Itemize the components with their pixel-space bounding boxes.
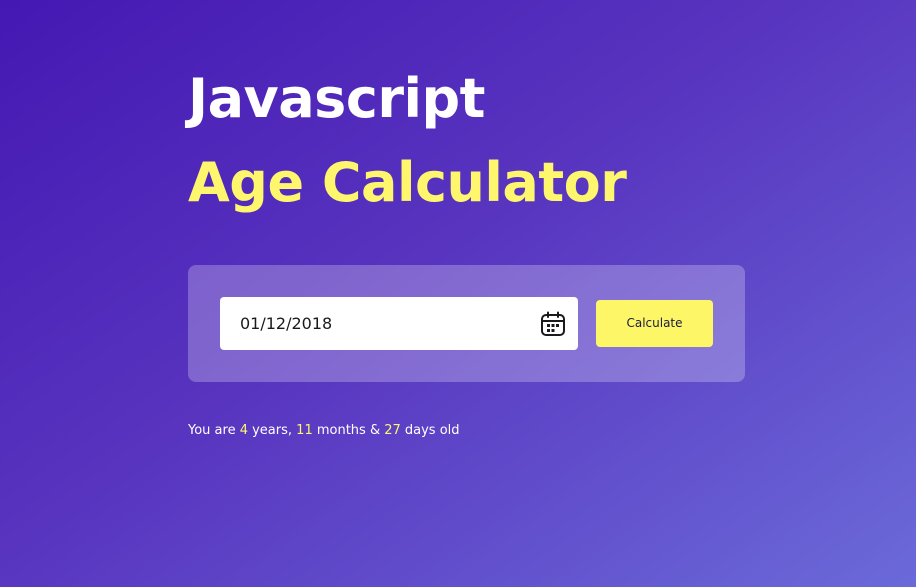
birthdate-input[interactable]: 01/12/2018 <box>220 297 578 350</box>
result-years: 4 <box>239 423 248 438</box>
result-years-label: years, <box>247 423 297 438</box>
result-prefix: You are <box>188 423 240 438</box>
birthdate-value: 01/12/2018 <box>240 314 333 333</box>
title-javascript: Javascript <box>188 67 485 130</box>
calculator-card: 01/12/2018 Calculate <box>188 265 745 382</box>
result-days: 27 <box>384 423 401 438</box>
result-months: 11 <box>296 423 313 438</box>
calendar-icon[interactable] <box>540 311 566 337</box>
title-age-calculator: Age Calculator <box>188 151 627 214</box>
result-months-label: months & <box>312 423 385 438</box>
result-days-label: days old <box>400 423 460 438</box>
age-result: You are 4 years, 11 months & 27 days old <box>188 422 460 440</box>
page: Javascript Age Calculator 01/12/2018 Cal… <box>0 0 916 587</box>
calculate-button[interactable]: Calculate <box>596 300 713 347</box>
